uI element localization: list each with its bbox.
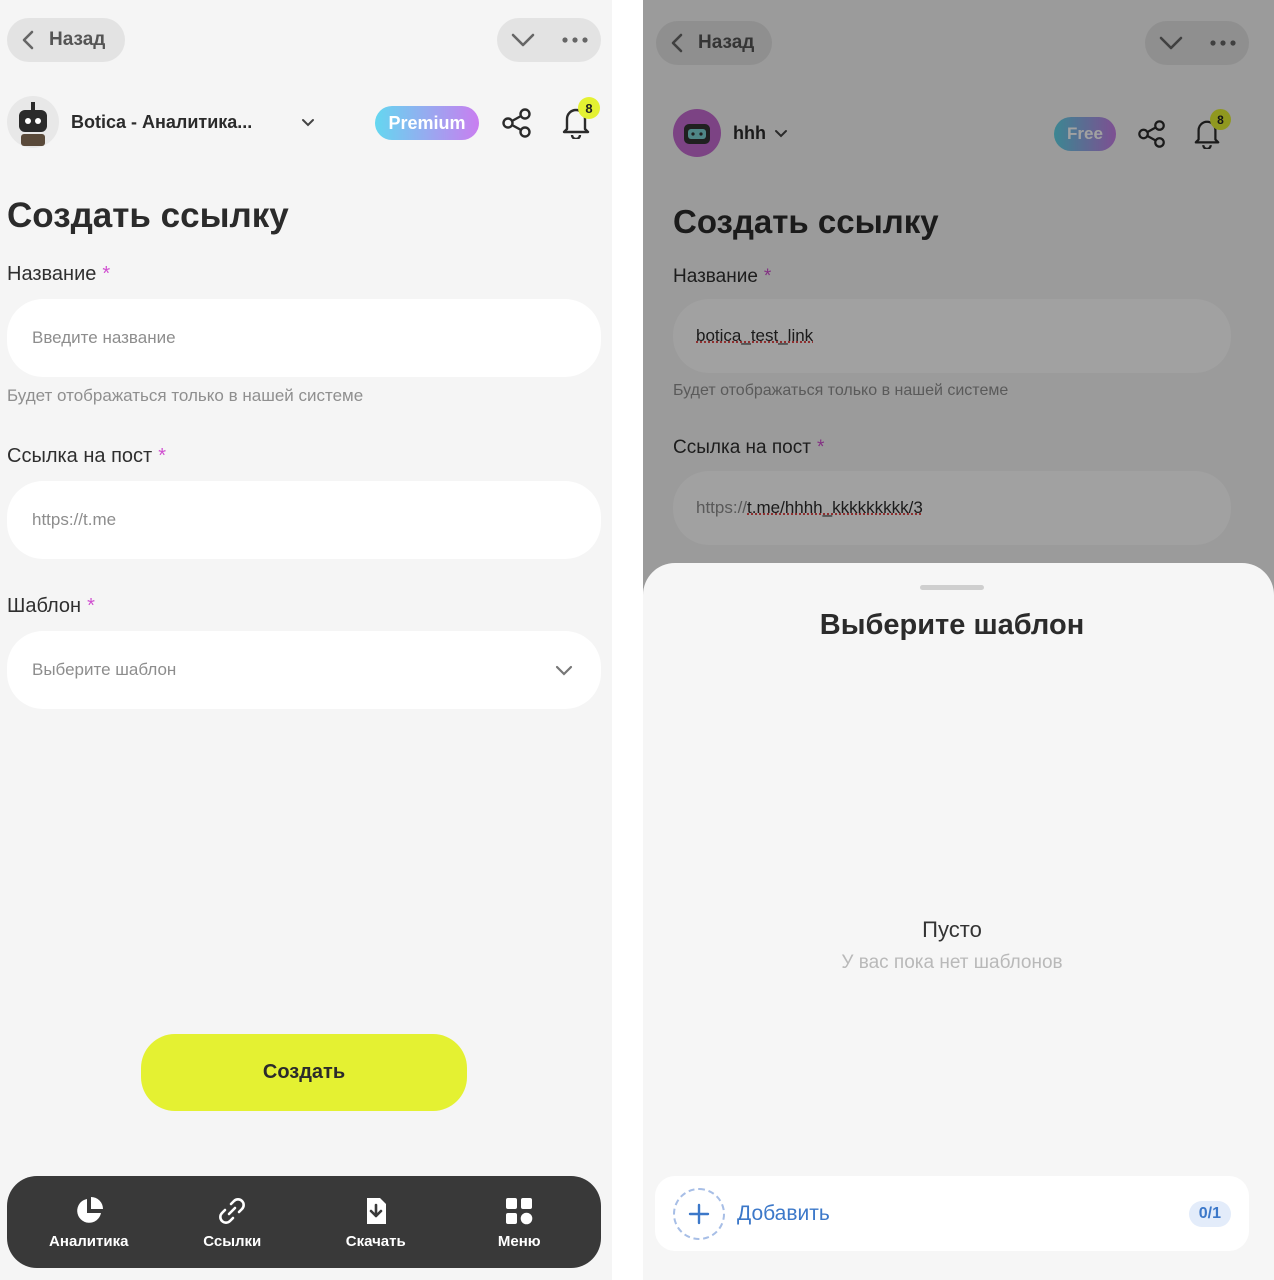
plan-badge[interactable]: Premium: [375, 106, 479, 140]
link-icon: [219, 1197, 246, 1224]
pie-chart-icon: [76, 1196, 103, 1223]
post-link-placeholder: https://t.me: [32, 510, 117, 529]
nav-label: Ссылки: [203, 1232, 262, 1250]
chevron-down-icon: [302, 118, 314, 126]
nav-item-analytics[interactable]: Аналитика: [29, 1195, 149, 1250]
post-link-label: Ссылка на пост *: [7, 445, 166, 467]
template-label: Шаблон *: [7, 595, 95, 617]
template-picker-screen: Назад hhh Free 8 Создать ссылку Название…: [643, 0, 1274, 1280]
page-title: Создать ссылку: [7, 196, 289, 235]
bottom-nav: Аналитика Ссылки Скачать Меню: [7, 1176, 601, 1268]
required-mark: *: [87, 595, 95, 617]
name-placeholder: Введите название: [32, 328, 176, 347]
back-label: Назад: [49, 29, 106, 50]
template-count-badge: 0/1: [1188, 1200, 1231, 1227]
share-button[interactable]: [498, 104, 536, 142]
nav-item-download[interactable]: Скачать: [316, 1195, 436, 1250]
bot-selector[interactable]: Botica - Аналитика...: [7, 96, 315, 148]
more-dots-icon[interactable]: [561, 37, 588, 43]
template-sheet: Выберите шаблон Пусто У вас пока нет шаб…: [643, 563, 1274, 1280]
nav-label: Скачать: [345, 1232, 406, 1250]
bot-avatar: [7, 96, 59, 148]
nav-item-links[interactable]: Ссылки: [172, 1195, 292, 1250]
nav-item-menu[interactable]: Меню: [459, 1195, 579, 1250]
sheet-grabber[interactable]: [920, 585, 984, 590]
add-template-button[interactable]: Добавить 0/1: [655, 1176, 1249, 1251]
name-hint: Будет отображаться только в нашей систем…: [7, 386, 364, 405]
chevron-left-icon: [22, 30, 34, 50]
create-link-screen: Назад Botica - Аналитика... Premium 8 Со…: [0, 0, 612, 1280]
required-mark: *: [158, 445, 166, 467]
sheet-title: Выберите шаблон: [819, 609, 1085, 641]
window-controls: [497, 18, 601, 62]
nav-label: Аналитика: [49, 1232, 129, 1250]
robot-icon: [19, 102, 47, 146]
empty-state-title: Пусто: [922, 917, 982, 942]
bot-name: Botica - Аналитика...: [71, 111, 253, 132]
name-input[interactable]: Введите название: [7, 299, 601, 377]
download-file-icon: [366, 1197, 386, 1224]
required-mark: *: [102, 263, 111, 285]
post-link-input[interactable]: https://t.me: [7, 481, 601, 559]
chevron-down-icon: [555, 665, 573, 676]
add-template-label: Добавить: [737, 1201, 830, 1225]
back-button[interactable]: Назад: [7, 18, 125, 62]
grid-menu-icon: [506, 1197, 533, 1224]
share-icon: [502, 108, 531, 138]
empty-state-subtitle: У вас пока нет шаблонов: [841, 952, 1063, 973]
create-button[interactable]: Создать: [141, 1034, 467, 1111]
chevron-down-icon[interactable]: [511, 33, 535, 47]
notification-count: 8: [578, 97, 600, 119]
template-placeholder: Выберите шаблон: [32, 660, 177, 679]
nav-label: Меню: [497, 1232, 541, 1250]
name-label: Название *: [7, 263, 111, 285]
plus-icon: [688, 1203, 710, 1224]
add-icon-circle: [673, 1187, 725, 1240]
template-select[interactable]: Выберите шаблон: [7, 631, 601, 709]
